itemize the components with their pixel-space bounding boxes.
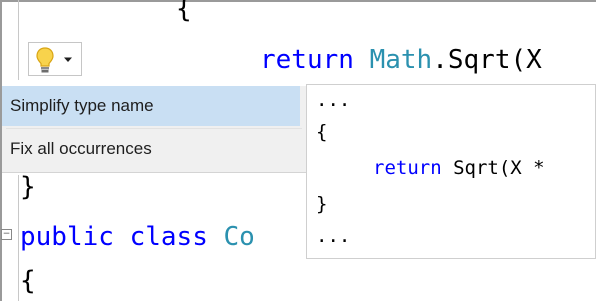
lightbulb-icon [36,47,54,73]
preview-sqrt-call: Sqrt(X * [441,157,545,179]
menu-item-simplify-type-name[interactable]: Simplify type name [2,86,300,126]
preview-return-line: return Sqrt(X * [373,157,545,179]
chevron-down-icon [64,57,72,62]
code-line-open-brace: { [20,266,36,296]
keyword-public: public [20,222,114,252]
collapse-icon[interactable]: − [1,229,12,240]
keyword-return: return [260,45,354,75]
indent-guide [18,175,19,301]
quick-actions-button[interactable] [28,42,82,76]
preview-open-brace: { [316,121,328,143]
preview-close-brace: } [316,193,328,215]
menu-item-fix-all-occurrences[interactable]: Fix all occurrences [2,129,300,169]
fix-preview-pane: ... { return Sqrt(X * } ... [306,84,596,259]
code-line-return: return Math.Sqrt(X [260,45,542,75]
preview-keyword-return: return [373,157,442,179]
keyword-class: class [129,222,208,252]
editor-border-top [0,0,596,2]
type-math: Math [369,45,433,75]
code-line-close-brace: } [20,172,36,202]
code-line-brace: { [176,0,192,24]
preview-ellipsis-bottom: ... [316,225,351,247]
preview-ellipsis-top: ... [316,89,351,111]
class-name: Co [223,222,255,252]
quick-actions-menu: Simplify type name Fix all occurrences [2,86,307,173]
code-line-public-class: public class Co [20,222,255,252]
indent-guide [18,0,19,80]
code-sqrt-call: .Sqrt(X [432,45,542,75]
